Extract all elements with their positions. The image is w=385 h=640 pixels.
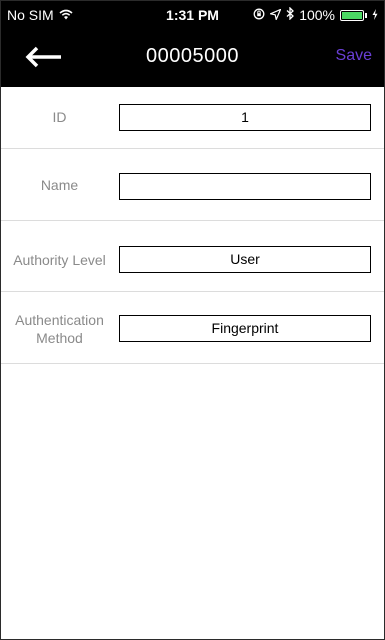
authentication-method-label-line2: Method (36, 330, 83, 346)
form-row-authority-level: Authority Level User (1, 221, 384, 292)
authority-level-select[interactable]: User (119, 246, 371, 273)
page-title: 00005000 (146, 45, 239, 67)
id-label: ID (52, 109, 67, 125)
app-screen: No SIM 1:31 PM 100% 00005000 Save ID 1 N… (0, 0, 385, 640)
battery-tip (365, 12, 367, 18)
id-field[interactable]: 1 (119, 104, 371, 131)
rotation-lock-icon (253, 7, 265, 23)
form-row-name: Name (1, 149, 384, 221)
authentication-method-select[interactable]: Fingerprint (119, 315, 371, 342)
form-row-id: ID 1 (1, 87, 384, 149)
name-field[interactable] (119, 173, 371, 200)
status-right: 100% (253, 6, 378, 23)
battery-icon (340, 9, 364, 21)
battery-percent: 100% (299, 7, 335, 23)
header: No SIM 1:31 PM 100% 00005000 Save (1, 1, 384, 87)
authentication-method-label-line1: Authentication (15, 312, 104, 328)
name-label: Name (40, 177, 79, 193)
location-icon (270, 7, 282, 23)
form: ID 1 Name Authority Level User Authentic… (1, 87, 384, 364)
bluetooth-icon (286, 6, 295, 23)
authentication-method-label: Authentication Method (1, 311, 118, 347)
form-row-authentication-method: Authentication Method Fingerprint (1, 292, 384, 364)
status-bar: No SIM 1:31 PM 100% (1, 1, 384, 29)
authority-level-label: Authority Level (13, 252, 106, 268)
save-button[interactable]: Save (336, 47, 372, 65)
nav-bar: 00005000 Save (1, 29, 384, 87)
charging-icon (372, 7, 378, 23)
